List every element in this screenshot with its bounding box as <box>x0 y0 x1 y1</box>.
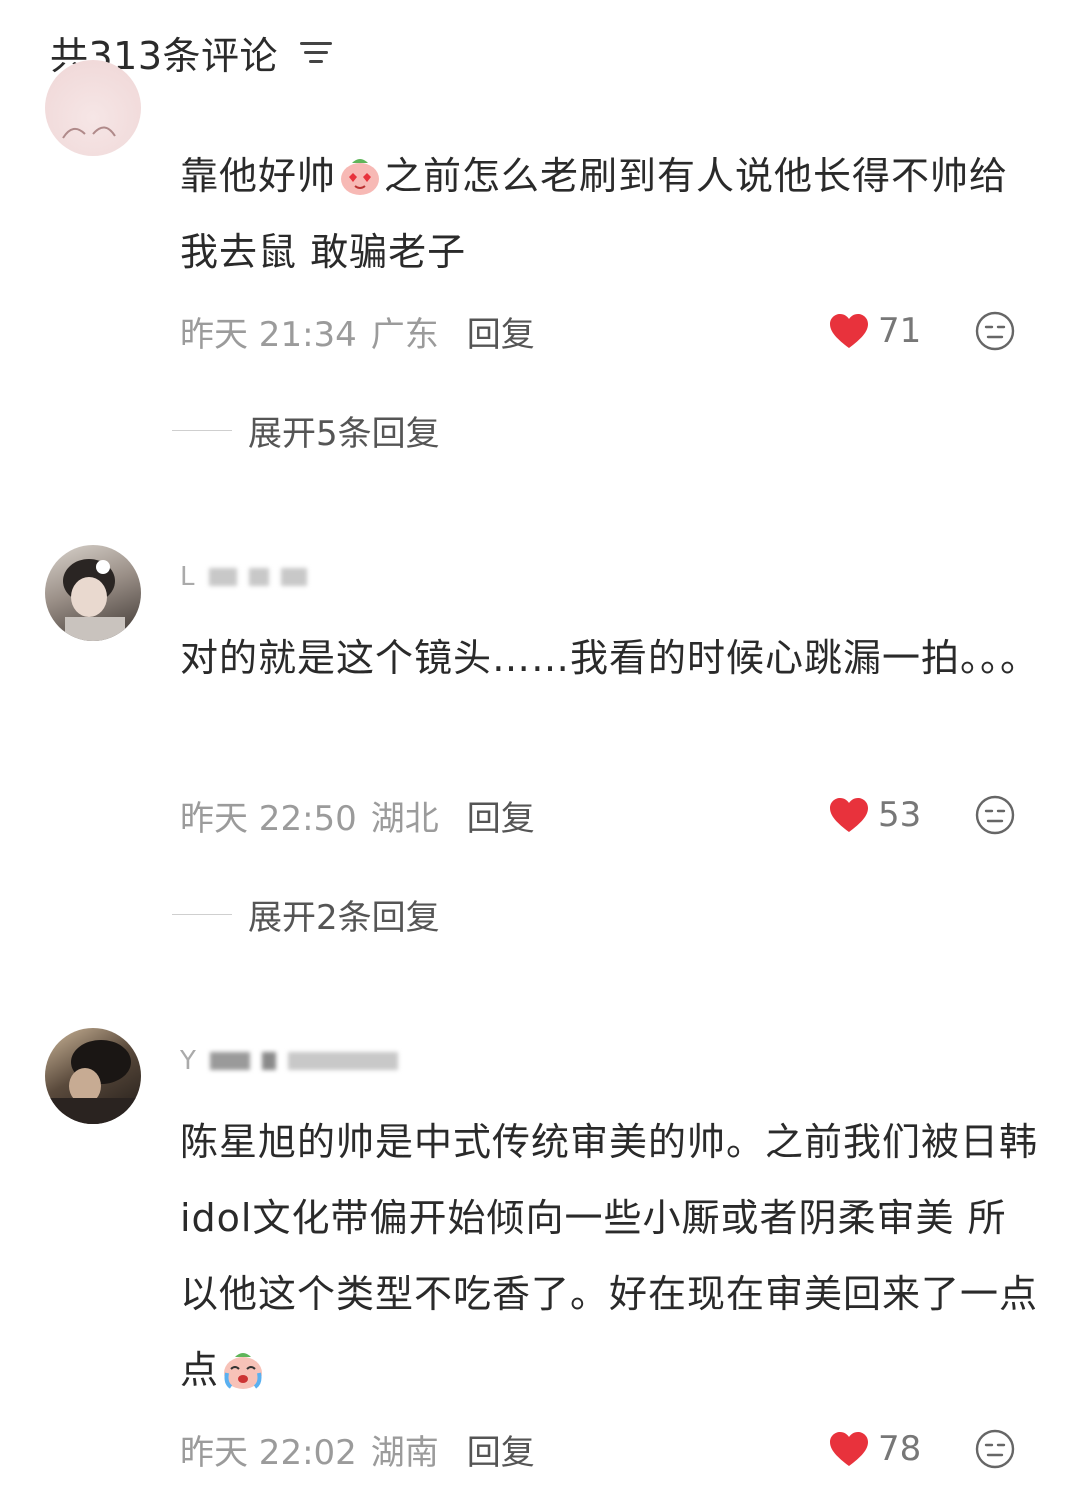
comment-meta: 昨天 21:34 广东 回复 71 <box>180 306 1020 356</box>
heart-icon <box>830 314 868 348</box>
comment-location: 广东 <box>370 314 439 355</box>
comment-meta: 昨天 22:50 湖北 回复 53 <box>180 790 1020 840</box>
emoji-reaction-icon[interactable] <box>974 794 1016 836</box>
blurred-username <box>209 1052 250 1070</box>
blurred-username <box>287 1052 398 1070</box>
comment-meta: 昨天 22:02 湖南 回复 78 <box>180 1424 1020 1474</box>
expand-replies-label: 展开2条回复 <box>248 897 440 938</box>
avatar[interactable] <box>45 1028 141 1124</box>
avatar-photo <box>63 559 125 641</box>
like-button[interactable]: 53 <box>828 795 921 835</box>
love-eyes-peach-emoji-icon <box>341 159 380 195</box>
reply-button[interactable]: 回复 <box>467 791 535 840</box>
comment-text-part: 靠他好帅 <box>180 154 337 198</box>
emoji-reaction-icon[interactable] <box>974 1428 1016 1470</box>
like-count: 78 <box>878 1429 922 1469</box>
like-button[interactable]: 71 <box>828 311 921 351</box>
username[interactable]: L <box>180 562 319 592</box>
avatar[interactable] <box>45 60 141 156</box>
heart-icon <box>830 798 868 832</box>
reply-button[interactable]: 回复 <box>467 1425 535 1474</box>
comment-time: 昨天 22:50 <box>180 798 357 839</box>
comment-time: 昨天 22:02 <box>180 1432 357 1473</box>
avatar-photo <box>45 1040 141 1124</box>
like-button[interactable]: 78 <box>828 1429 921 1469</box>
username[interactable]: Y <box>180 1046 410 1076</box>
divider <box>172 429 232 431</box>
comment-location: 湖南 <box>370 1432 439 1473</box>
comment-text: 对的就是这个镜头……我看的时候心跳漏一拍。。。 <box>180 636 1040 680</box>
comment-time: 昨天 21:34 <box>180 314 357 355</box>
avatar[interactable] <box>45 545 141 641</box>
avatar-illustration <box>62 126 116 139</box>
username-text: L <box>180 562 195 592</box>
reply-button[interactable]: 回复 <box>467 307 535 356</box>
crying-peach-emoji-icon <box>224 1353 263 1389</box>
comment-text: 靠他好帅 之前怎么老刷到有人说他长得不帅给我去鼠 敢骗老子 <box>180 138 1040 290</box>
username-text: Y <box>180 1046 196 1076</box>
comment-text-part: 陈星旭的帅是中式传统审美的帅。之前我们被日韩idol文化带偏开始倾向一些小厮或者… <box>180 1120 1039 1392</box>
blurred-username <box>248 568 269 586</box>
blurred-username <box>208 568 237 586</box>
like-count: 71 <box>878 311 922 351</box>
blurred-username <box>280 568 307 586</box>
expand-replies-button[interactable]: 展开5条回复 <box>172 408 440 454</box>
sort-icon[interactable] <box>300 38 333 66</box>
heart-icon <box>830 1432 868 1466</box>
comment-text: 陈星旭的帅是中式传统审美的帅。之前我们被日韩idol文化带偏开始倾向一些小厮或者… <box>180 1104 1040 1408</box>
expand-replies-button[interactable]: 展开2条回复 <box>172 892 440 938</box>
expand-replies-label: 展开5条回复 <box>248 413 440 454</box>
divider <box>172 913 232 915</box>
blurred-username <box>261 1052 276 1070</box>
comment-location: 湖北 <box>370 798 439 839</box>
like-count: 53 <box>878 795 922 835</box>
emoji-reaction-icon[interactable] <box>974 310 1016 352</box>
